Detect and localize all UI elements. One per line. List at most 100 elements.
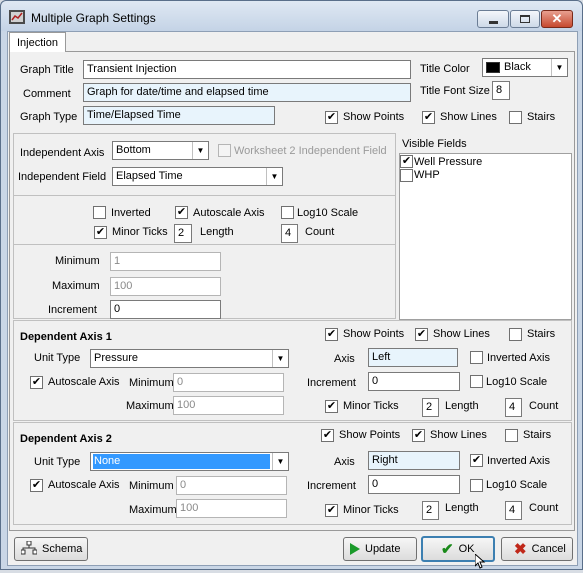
dep1-length-input[interactable]: 2 — [422, 398, 439, 417]
dep1-axis-label: Axis — [334, 353, 355, 365]
stairs-checkbox[interactable] — [509, 111, 522, 124]
whp-checkbox[interactable] — [400, 169, 413, 182]
dep2-inverted-axis-checkbox[interactable]: ✔ — [470, 454, 483, 467]
cancel-button[interactable]: ✖ Cancel — [501, 537, 573, 561]
dep1-maximum-input[interactable]: 100 — [173, 396, 284, 415]
comment-input[interactable]: Graph for date/time and elapsed time — [83, 83, 411, 102]
graph-title-input[interactable]: Transient Injection — [83, 60, 411, 79]
checkmark-icon: ✔ — [441, 541, 454, 558]
maximize-icon — [520, 15, 530, 23]
dep2-increment-input[interactable]: 0 — [368, 475, 460, 494]
dep1-increment-input[interactable]: 0 — [368, 372, 460, 391]
schema-icon — [20, 540, 38, 558]
length-label: Length — [200, 226, 234, 238]
dep2-minor-ticks-checkbox[interactable]: ✔ — [325, 504, 338, 517]
dep1-unit-type-value: Pressure — [94, 352, 139, 364]
increment-input[interactable]: 0 — [110, 300, 221, 319]
dep1-inverted-axis-label: Inverted Axis — [487, 352, 550, 364]
check-icon: ✔ — [322, 429, 333, 441]
log10-scale-checkbox[interactable] — [281, 206, 294, 219]
dep1-axis-input[interactable]: Left — [368, 348, 458, 367]
title-font-size-input[interactable]: 8 — [492, 81, 510, 100]
minimize-icon — [488, 20, 498, 24]
show-lines-checkbox[interactable]: ✔ — [422, 111, 435, 124]
update-button[interactable]: Update — [343, 537, 417, 561]
tab-injection[interactable]: Injection — [9, 32, 66, 52]
dep2-show-points-label: Show Points — [339, 429, 401, 441]
length-input[interactable]: 2 — [174, 224, 192, 243]
dep1-stairs-checkbox[interactable] — [509, 328, 522, 341]
count-input[interactable]: 4 — [281, 224, 298, 243]
dep2-stairs-checkbox[interactable] — [505, 429, 518, 442]
title-color-select[interactable]: Black ▼ — [482, 58, 568, 77]
inverted-checkbox[interactable] — [93, 206, 106, 219]
dep2-length-input[interactable]: 2 — [422, 501, 439, 520]
independent-axis-select[interactable]: Bottom ▼ — [112, 141, 209, 160]
well-pressure-checkbox[interactable]: ✔ — [400, 155, 413, 168]
maximum-input[interactable]: 100 — [110, 277, 221, 296]
log10-scale-label: Log10 Scale — [297, 207, 359, 219]
list-item[interactable]: WHP — [414, 169, 440, 181]
dep2-autoscale-checkbox[interactable]: ✔ — [30, 479, 43, 492]
dep1-show-points-checkbox[interactable]: ✔ — [325, 328, 338, 341]
dep1-increment-label: Increment — [307, 377, 356, 389]
divider — [13, 244, 396, 245]
minimum-input[interactable]: 1 — [110, 252, 221, 271]
dep1-inverted-axis-checkbox[interactable] — [470, 351, 483, 364]
minimize-button[interactable] — [477, 10, 509, 28]
comment-label: Comment — [23, 88, 71, 100]
minor-ticks-label: Minor Ticks — [112, 226, 168, 238]
dep2-minimum-label: Minimum — [129, 480, 174, 492]
stairs-label: Stairs — [527, 111, 556, 123]
dep2-increment-label: Increment — [307, 480, 356, 492]
dep2-maximum-input[interactable]: 100 — [176, 499, 287, 518]
title-bar[interactable]: Multiple Graph Settings ✕ — [1, 1, 582, 31]
dep1-show-lines-checkbox[interactable]: ✔ — [415, 328, 428, 341]
graph-type-input[interactable]: Time/Elapsed Time — [83, 106, 275, 125]
dialog-window: Multiple Graph Settings ✕ Injection Grap… — [0, 0, 583, 570]
schema-button[interactable]: Schema — [14, 537, 88, 561]
check-icon: ✔ — [95, 226, 106, 238]
close-button[interactable]: ✕ — [541, 10, 573, 28]
dep1-log10-checkbox[interactable] — [470, 375, 483, 388]
check-icon: ✔ — [326, 111, 337, 123]
maximize-button[interactable] — [510, 10, 540, 28]
dep2-show-lines-checkbox[interactable]: ✔ — [412, 429, 425, 442]
schema-button-label: Schema — [42, 543, 83, 555]
independent-field-select[interactable]: Elapsed Time ▼ — [112, 167, 283, 186]
check-icon: ✔ — [471, 454, 482, 466]
dep2-unit-type-select[interactable]: None ▼ — [90, 452, 289, 471]
dep2-axis-input[interactable]: Right — [368, 451, 460, 470]
graph-app-icon — [9, 10, 25, 24]
graph-title-label: Graph Title — [20, 64, 74, 76]
dependent-axis-2-heading: Dependent Axis 2 — [20, 433, 112, 445]
dep1-minor-ticks-checkbox[interactable]: ✔ — [325, 400, 338, 413]
dep1-count-input[interactable]: 4 — [505, 398, 522, 417]
check-icon: ✔ — [176, 206, 187, 218]
dep2-inverted-axis-label: Inverted Axis — [487, 455, 550, 467]
increment-label: Increment — [48, 304, 97, 316]
dep1-show-points-label: Show Points — [343, 328, 405, 340]
show-points-checkbox[interactable]: ✔ — [325, 111, 338, 124]
dep2-count-input[interactable]: 4 — [505, 501, 522, 520]
dep2-maximum-label: Maximum — [129, 504, 177, 516]
dep1-autoscale-checkbox[interactable]: ✔ — [30, 376, 43, 389]
dep1-unit-type-select[interactable]: Pressure ▼ — [90, 349, 289, 368]
list-item[interactable]: Well Pressure — [414, 156, 482, 168]
dep2-show-points-checkbox[interactable]: ✔ — [321, 429, 334, 442]
minor-ticks-checkbox[interactable]: ✔ — [94, 226, 107, 239]
dep1-maximum-label: Maximum — [126, 400, 174, 412]
dep2-unit-type-value: None — [93, 454, 270, 469]
dep2-log10-checkbox[interactable] — [470, 479, 483, 492]
dep1-minimum-input[interactable]: 0 — [173, 373, 284, 392]
dep1-count-label: Count — [529, 400, 559, 412]
independent-field-value: Elapsed Time — [116, 170, 183, 182]
worksheet2-field-checkbox[interactable] — [218, 144, 231, 157]
autoscale-axis-checkbox[interactable]: ✔ — [175, 206, 188, 219]
visible-fields-list[interactable]: ✔ Well Pressure WHP — [399, 153, 572, 320]
dep1-minor-ticks-label: Minor Ticks — [343, 400, 399, 412]
show-points-label: Show Points — [343, 111, 405, 123]
dep1-log10-label: Log10 Scale — [486, 376, 548, 388]
dep2-minimum-input[interactable]: 0 — [176, 476, 287, 495]
show-lines-label: Show Lines — [440, 111, 497, 123]
